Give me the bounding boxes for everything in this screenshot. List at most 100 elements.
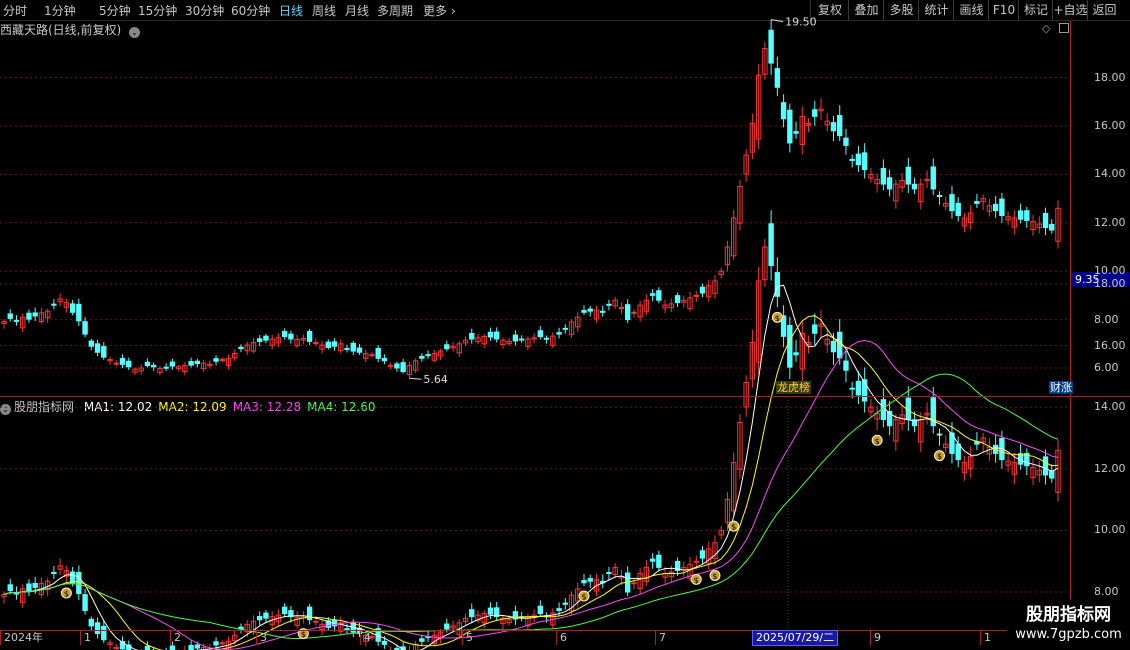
main-candle [469,332,475,340]
main-candle [537,330,544,338]
main-candle [880,167,887,185]
main-candle [425,354,431,357]
date-tick-label: 6 [556,631,567,645]
main-candle [861,152,868,171]
main-candle [974,201,980,204]
y-tick-label: 14.00 [1094,400,1126,414]
date-tick-label: 1 [980,631,991,645]
main-candle [855,153,862,166]
main-candle [7,313,13,319]
date-tick-label: 2 [170,631,181,645]
money-bag-glyph: $ [875,437,880,446]
main-candle [1017,210,1024,220]
date-axis: 2024年 1 2 3 4 5 6 7 9 1 [0,630,1070,645]
main-candle [32,312,38,317]
main-candle [350,342,356,352]
sub-candle [51,571,57,575]
sub-candle [144,645,151,650]
main-candle [812,109,818,117]
ma-line [3,315,1059,650]
y-tick-label: 8.00 [1094,312,1119,326]
y-tick-label: 8.00 [1094,585,1119,598]
main-candle [624,304,631,321]
main-candle [600,310,606,313]
money-bag-glyph: $ [731,523,736,532]
main-candle [512,334,519,342]
sub-candle [169,645,176,650]
date-tick-label: 2024年 [0,631,43,645]
main-candle [493,331,500,340]
sub-candle [699,550,706,559]
sub-candle [649,558,656,562]
main-candle [911,183,918,190]
main-candle [51,303,57,306]
main-candle [774,68,781,88]
main-candle [787,109,793,144]
main-candle [213,358,219,362]
main-candle [257,338,263,342]
main-candle [188,361,194,366]
sub-candle [7,584,13,591]
main-candle [955,202,961,217]
longhu-badge[interactable]: 龙虎榜 [776,381,811,394]
main-candle [375,347,381,359]
main-candle [419,355,425,359]
main-candle [219,359,225,362]
sub-candle [26,583,32,592]
sub-candle [76,572,82,595]
main-candle [288,333,294,340]
main-candle [518,338,525,341]
sub-candle [487,607,494,615]
main-candle [194,360,201,365]
money-bag-glyph: $ [694,576,699,585]
y-tick-label: 6.00 [1094,361,1119,374]
main-candle [674,295,681,304]
price-axis-line [1070,21,1071,629]
y-tick-label: 14.00 [1094,167,1126,181]
sub-candle [257,615,263,621]
main-candle [992,203,999,212]
sub-candle [188,644,194,650]
chart-canvas[interactable]: $$$$$$$$$$19.505.64 [0,0,1130,650]
main-candle [936,194,943,197]
sub-candle [936,433,943,436]
sub-candle [469,609,475,618]
main-candle [169,361,176,367]
money-bag-glyph: $ [775,314,780,323]
main-candle [150,364,157,368]
date-tick-label: 5 [462,631,473,645]
main-candle [144,361,151,367]
caizhang-badge[interactable]: 财涨 [1049,381,1073,394]
main-candle [886,177,893,190]
main-candle [793,131,799,134]
sub-candle [855,380,862,396]
ma-line [3,373,1059,640]
main-candle [699,286,706,294]
main-candle [556,332,562,335]
main-candle [843,137,849,146]
sub-candle [581,579,587,584]
main-candle [238,346,244,350]
main-candle [400,362,406,373]
y-tick-label: 12.00 [1094,461,1126,475]
y-tick-label: 16.00 [1094,338,1126,352]
sub-candle [843,360,849,371]
main-candle [82,321,88,335]
main-candle [126,360,132,368]
money-bag-glyph: $ [64,590,69,599]
main-candle [325,341,332,348]
main-candle [905,166,912,185]
main-candle [849,158,855,161]
main-candle [94,343,101,353]
main-candle [830,122,837,132]
main-candle [26,312,32,320]
main-candle [631,311,637,314]
money-bag-glyph: $ [937,452,942,461]
low-marker-line [409,377,422,380]
main-candle [281,330,288,338]
date-tick-label: 9 [870,631,881,645]
sub-candle [69,571,76,584]
sub-candle [631,582,637,585]
low-marker-label: 5.64 [423,373,448,386]
main-candle [780,102,787,120]
